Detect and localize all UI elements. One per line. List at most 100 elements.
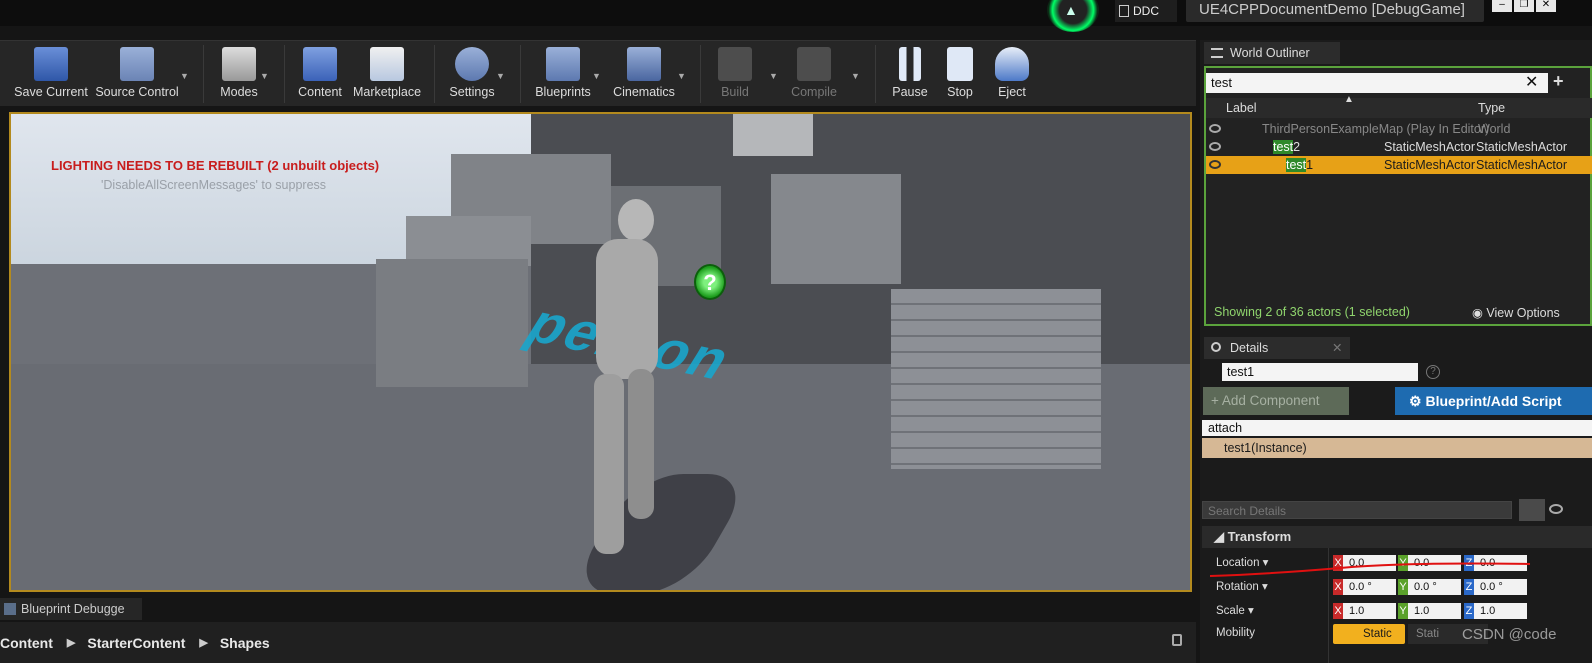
chevron-down-icon[interactable]: ▼ [260, 71, 269, 81]
close-button[interactable]: ✕ [1536, 0, 1556, 12]
separator [203, 45, 204, 103]
modes-icon [222, 47, 256, 81]
cube-mesh [376, 259, 528, 387]
z-axis-label: Z [1464, 603, 1474, 619]
red-underline-annotation [1210, 562, 1531, 577]
eye-icon[interactable] [1209, 142, 1221, 151]
rotation-x-field[interactable]: 0.0 ° [1343, 579, 1396, 595]
outliner-row-test1[interactable]: test1 StaticMeshActor StaticMeshActor [1206, 156, 1592, 174]
search-details-input[interactable]: Search Details [1202, 501, 1512, 519]
close-icon[interactable]: ✕ [1332, 337, 1342, 359]
breadcrumb-item[interactable]: Shapes [220, 635, 270, 651]
outliner-row-test2[interactable]: test2 StaticMeshActor StaticMeshActor [1206, 138, 1592, 156]
minimize-button[interactable]: – [1492, 0, 1512, 12]
eye-icon[interactable] [1209, 124, 1221, 133]
help-icon[interactable]: ? [1426, 365, 1440, 379]
compile-button[interactable]: Compile [786, 47, 842, 99]
eject-button[interactable]: Eject [992, 47, 1032, 99]
blueprints-button[interactable]: Blueprints [532, 47, 594, 99]
main-toolbar: Save Current Source Control ▼ Modes ▼ Co… [0, 40, 1196, 106]
outliner-row-world[interactable]: ThirdPersonExampleMap (Play In Editor) W… [1206, 120, 1592, 138]
triangle-down-icon: ◢ [1214, 529, 1228, 544]
content-grid-icon [303, 47, 337, 81]
pause-button[interactable]: Pause [890, 47, 930, 99]
eye-icon[interactable] [1209, 160, 1221, 169]
scale-y-field[interactable]: 1.0 [1408, 603, 1461, 619]
stop-button[interactable]: Stop [940, 47, 980, 99]
z-axis-label: Z [1464, 579, 1474, 595]
chevron-down-icon[interactable]: ▼ [496, 71, 505, 81]
chevron-down-icon[interactable]: ▼ [851, 71, 860, 81]
type-column-header[interactable]: Type [1478, 101, 1505, 115]
outliner-actor-count: Showing 2 of 36 actors (1 selected) [1214, 305, 1410, 319]
title-bar: ▲ DDC UE4CPPDocumentDemo [DebugGame] – ❐… [0, 0, 1592, 32]
source-control-icon [120, 47, 154, 81]
level-viewport[interactable]: person ? LIGHTING NEEDS TO BE REBUILT (2… [9, 112, 1192, 592]
outliner-header: Label ▲ Type [1206, 94, 1592, 118]
add-component-button[interactable]: + Add Component [1203, 387, 1349, 415]
label-column-header[interactable]: Label [1226, 101, 1257, 115]
actor-name-input[interactable]: test1 [1222, 363, 1418, 381]
marketplace-bag-icon [370, 47, 404, 81]
chevron-down-icon[interactable]: ▼ [592, 71, 601, 81]
instance-row[interactable]: test1(Instance) [1202, 438, 1592, 458]
stop-icon [947, 47, 973, 81]
eye-icon: ◉ [1472, 306, 1487, 320]
rotation-z-field[interactable]: 0.0 ° [1474, 579, 1527, 595]
blueprint-add-script-button[interactable]: ⚙ Blueprint/Add Script [1395, 387, 1592, 415]
rotation-y-field[interactable]: 0.0 ° [1408, 579, 1461, 595]
scene-block [771, 174, 901, 284]
mobility-label: Mobility [1216, 627, 1255, 639]
source-control-button[interactable]: Source Control [94, 47, 180, 99]
ddc-button[interactable]: DDC [1115, 0, 1177, 22]
chevron-right-icon[interactable]: ▶ [67, 636, 75, 649]
lock-icon[interactable] [1172, 634, 1182, 646]
actor-marker-icon[interactable]: ? [694, 264, 726, 300]
separator [700, 45, 701, 103]
add-icon[interactable]: + [1553, 71, 1564, 92]
blueprint-debugger-tab[interactable]: Blueprint Debugge [0, 598, 142, 620]
breadcrumb-item[interactable]: Content [0, 635, 53, 651]
window-controls: – ❐ ✕ [1492, 0, 1556, 14]
scale-x-field[interactable]: 1.0 [1343, 603, 1396, 619]
eye-icon[interactable] [1549, 504, 1563, 514]
details-tab[interactable]: Details ✕ [1204, 337, 1350, 359]
settings-button[interactable]: Settings [446, 47, 498, 99]
transform-section-header[interactable]: ◢ Transform [1202, 526, 1592, 548]
component-filter-input[interactable]: attach [1202, 420, 1592, 436]
build-button[interactable]: Build [712, 47, 758, 99]
separator [875, 45, 876, 103]
scene-block [733, 114, 813, 156]
grid-view-icon[interactable] [1519, 499, 1545, 521]
gamepad-icon [546, 47, 580, 81]
x-axis-label: X [1333, 579, 1343, 595]
debugger-icon [4, 603, 16, 615]
rotation-label[interactable]: Rotation ▾ [1216, 579, 1268, 593]
separator [520, 45, 521, 103]
scale-label[interactable]: Scale ▾ [1216, 603, 1254, 617]
chevron-right-icon[interactable]: ▶ [199, 636, 207, 649]
learn-icon[interactable]: ▲ [1047, 0, 1099, 32]
chevron-down-icon[interactable]: ▼ [677, 71, 686, 81]
mannequin-character[interactable] [566, 199, 676, 569]
clear-search-icon[interactable]: ✕ [1525, 73, 1538, 93]
chevron-down-icon[interactable]: ▼ [769, 71, 778, 81]
view-options-button[interactable]: ◉ View Options [1472, 305, 1560, 320]
x-axis-label: X [1333, 603, 1343, 619]
maximize-button[interactable]: ❐ [1514, 0, 1534, 12]
watermark: CSDN @code [1462, 626, 1557, 643]
world-outliner-tab[interactable]: World Outliner [1204, 42, 1340, 64]
scale-z-field[interactable]: 1.0 [1474, 603, 1527, 619]
outliner-search-input[interactable]: test [1206, 73, 1548, 93]
cinematics-button[interactable]: Cinematics [610, 47, 678, 99]
content-button[interactable]: Content [296, 47, 344, 99]
save-current-button[interactable]: Save Current [14, 47, 88, 99]
y-axis-label: Y [1398, 579, 1408, 595]
breadcrumb-item[interactable]: StarterContent [87, 635, 185, 651]
modes-button[interactable]: Modes [216, 47, 262, 99]
list-icon [1211, 48, 1223, 58]
mobility-static-button[interactable]: Static [1333, 624, 1405, 644]
chevron-down-icon[interactable]: ▼ [180, 71, 189, 81]
server-icon [1119, 5, 1129, 17]
marketplace-button[interactable]: Marketplace [352, 47, 422, 99]
